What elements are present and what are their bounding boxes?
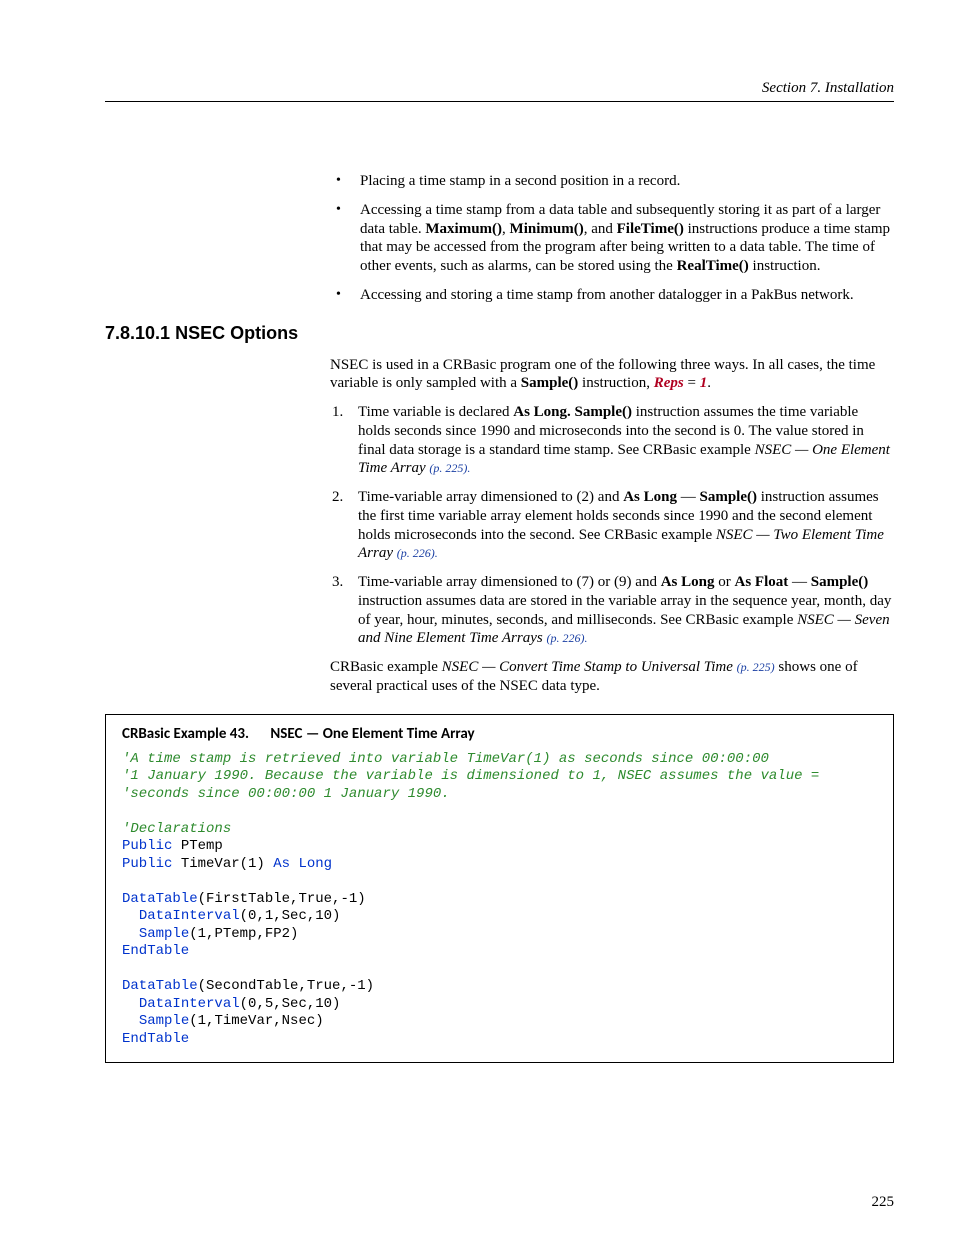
numbered-item: Time-variable array dimensioned to (7) o… [330,573,894,648]
bold-term: As Float [734,574,788,590]
heading-title: NSEC Options [175,323,298,343]
bullet-list: Placing a time stamp in a second positio… [330,172,894,305]
code-example-box: CRBasic Example 43. NSEC — One Element T… [105,714,894,1064]
numbered-item: Time-variable array dimensioned to (2) a… [330,488,894,563]
running-header: Section 7. Installation [105,80,894,102]
numbered-list: Time variable is declared As Long. Sampl… [330,403,894,648]
page-ref-link[interactable]: (p. 226). [397,546,438,560]
page-ref-link[interactable]: (p. 225) [737,660,775,674]
content-column: Placing a time stamp in a second positio… [330,172,894,305]
heading-number: 7.8.10.1 [105,323,170,343]
text: or [714,574,734,590]
bold-term: As Long. Sample() [513,404,632,420]
bold-term: Sample() [811,574,869,590]
text: Time-variable array dimensioned to (2) a… [358,489,623,505]
page: Section 7. Installation Placing a time s… [0,0,954,1235]
bold-term: Sample() [699,489,757,505]
page-ref-link[interactable]: (p. 226). [546,631,587,645]
text: — [788,574,811,590]
bullet-item: Accessing a time stamp from a data table… [330,201,894,276]
page-ref-link[interactable]: (p. 225). [429,461,470,475]
numbered-item: Time variable is declared As Long. Sampl… [330,403,894,478]
text: CRBasic example [330,659,442,675]
sample-fn: Sample() [521,375,579,391]
reps-label: Reps [654,375,684,391]
text: — [677,489,700,505]
page-number: 225 [872,1194,895,1211]
text: Time variable is declared [358,404,513,420]
closing-paragraph: CRBasic example NSEC — Convert Time Stam… [330,658,894,696]
bold-term: As Long [661,574,715,590]
example-ref: NSEC — Convert Time Stamp to Universal T… [442,659,737,675]
section-heading: 7.8.10.1 NSEC Options [105,323,894,344]
text: instruction, [578,375,653,391]
example-title: CRBasic Example 43. NSEC — One Element T… [106,715,893,751]
bold-term: As Long [623,489,677,505]
text: . [707,375,711,391]
example-label: CRBasic Example 43. [122,725,249,743]
bullet-item: Accessing and storing a time stamp from … [330,286,894,305]
intro-paragraph: NSEC is used in a CRBasic program one of… [330,356,894,394]
example-desc: NSEC — One Element Time Array [270,725,474,743]
bullet-item: Placing a time stamp in a second positio… [330,172,894,191]
code-block: 'A time stamp is retrieved into variable… [106,751,893,1063]
text: Time-variable array dimensioned to (7) o… [358,574,661,590]
section-body: NSEC is used in a CRBasic program one of… [330,356,894,696]
text: = [684,375,700,391]
